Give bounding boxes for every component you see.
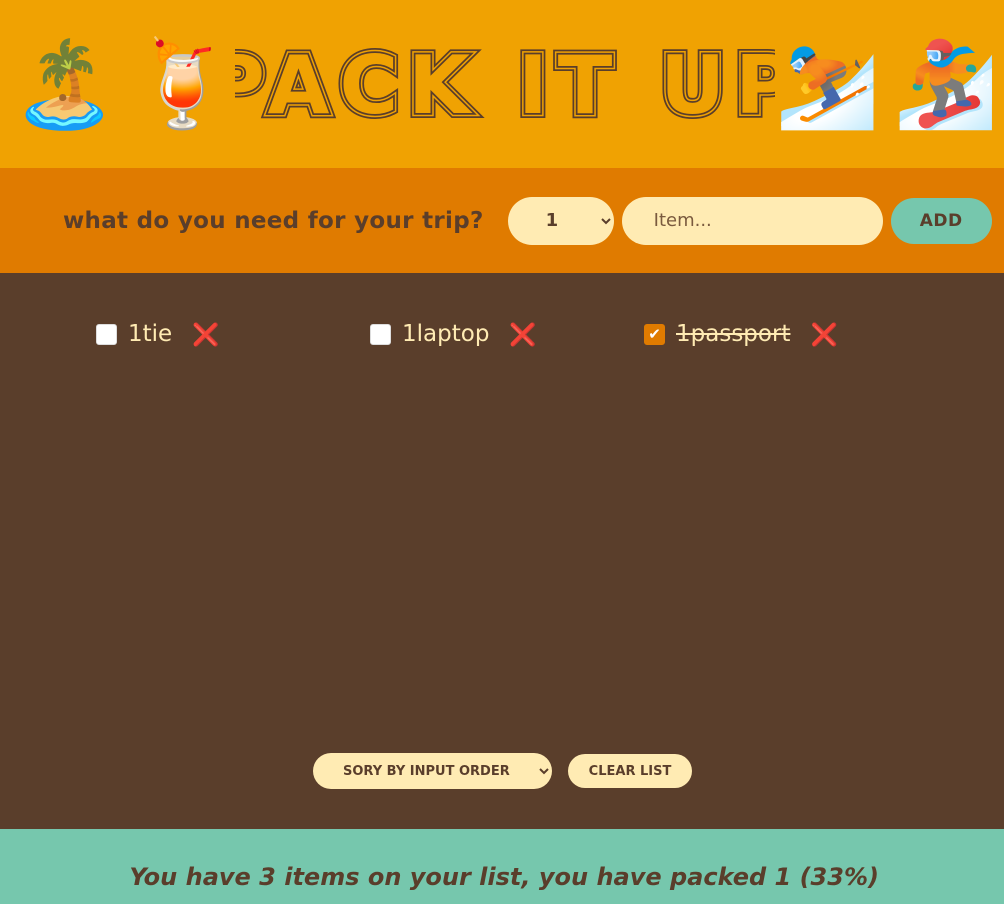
list-actions: SORY BY INPUT ORDER CLEAR LIST bbox=[313, 753, 692, 789]
app: 🏝️ 🍹 PACK IT UP PACK IT UP PACK IT UP PA… bbox=[0, 0, 1004, 904]
add-item-form: what do you need for your trip? 1 ADD bbox=[0, 168, 1004, 273]
item-description: tie bbox=[142, 321, 173, 347]
header: 🏝️ 🍹 PACK IT UP PACK IT UP PACK IT UP PA… bbox=[0, 0, 1004, 168]
island-icon: 🏝️ bbox=[12, 35, 117, 133]
page-title: PACK IT UP PACK IT UP PACK IT UP PACK IT… bbox=[235, 39, 775, 129]
stats-text: You have 3 items on your list, you have … bbox=[129, 862, 879, 891]
item-list: 1tie ❌ 1laptop ❌ ✔ 1passport ❌ bbox=[0, 273, 1004, 351]
item-label: 1passport bbox=[676, 321, 790, 347]
title-fill: PACK IT UP bbox=[235, 39, 775, 129]
delete-icon[interactable]: ❌ bbox=[509, 321, 536, 347]
quantity-select[interactable]: 1 bbox=[507, 196, 614, 245]
sort-select[interactable]: SORY BY INPUT ORDER bbox=[313, 753, 552, 789]
add-button[interactable]: ADD bbox=[890, 197, 992, 244]
right-emoji-group: ⛷️ 🏂 bbox=[775, 42, 998, 126]
stats-footer: You have 3 items on your list, you have … bbox=[0, 829, 1004, 904]
clear-list-button[interactable]: CLEAR LIST bbox=[568, 754, 692, 788]
snowboarder-icon: 🏂 bbox=[893, 35, 999, 133]
delete-icon[interactable]: ❌ bbox=[810, 321, 837, 347]
packed-checkbox[interactable] bbox=[96, 323, 117, 345]
packing-list: 1tie ❌ 1laptop ❌ ✔ 1passport ❌ SORY BY I… bbox=[0, 273, 1004, 829]
item-quantity: 1 bbox=[676, 321, 691, 347]
item-label: 1tie bbox=[128, 321, 172, 347]
cocktail-icon: 🍹 bbox=[130, 35, 236, 133]
item-label: 1laptop bbox=[402, 321, 489, 347]
item-description: laptop bbox=[416, 321, 490, 347]
item-input[interactable] bbox=[621, 196, 883, 245]
item-quantity: 1 bbox=[128, 321, 143, 347]
skier-icon: ⛷️ bbox=[775, 35, 880, 133]
form-question: what do you need for your trip? bbox=[63, 207, 484, 234]
packed-checkbox[interactable] bbox=[370, 323, 391, 345]
list-item: ✔ 1passport ❌ bbox=[644, 317, 918, 351]
list-item: 1laptop ❌ bbox=[370, 317, 644, 351]
left-emoji-group: 🏝️ 🍹 bbox=[12, 42, 235, 126]
list-item: 1tie ❌ bbox=[96, 317, 370, 351]
item-quantity: 1 bbox=[402, 321, 417, 347]
title-svg: PACK IT UP PACK IT UP PACK IT UP PACK IT… bbox=[235, 39, 775, 129]
checkmark-icon: ✔ bbox=[648, 324, 661, 343]
delete-icon[interactable]: ❌ bbox=[192, 321, 219, 347]
item-description: passport bbox=[690, 321, 791, 347]
packed-checkbox[interactable]: ✔ bbox=[644, 323, 665, 345]
title-wrap: PACK IT UP PACK IT UP PACK IT UP PACK IT… bbox=[235, 39, 775, 129]
